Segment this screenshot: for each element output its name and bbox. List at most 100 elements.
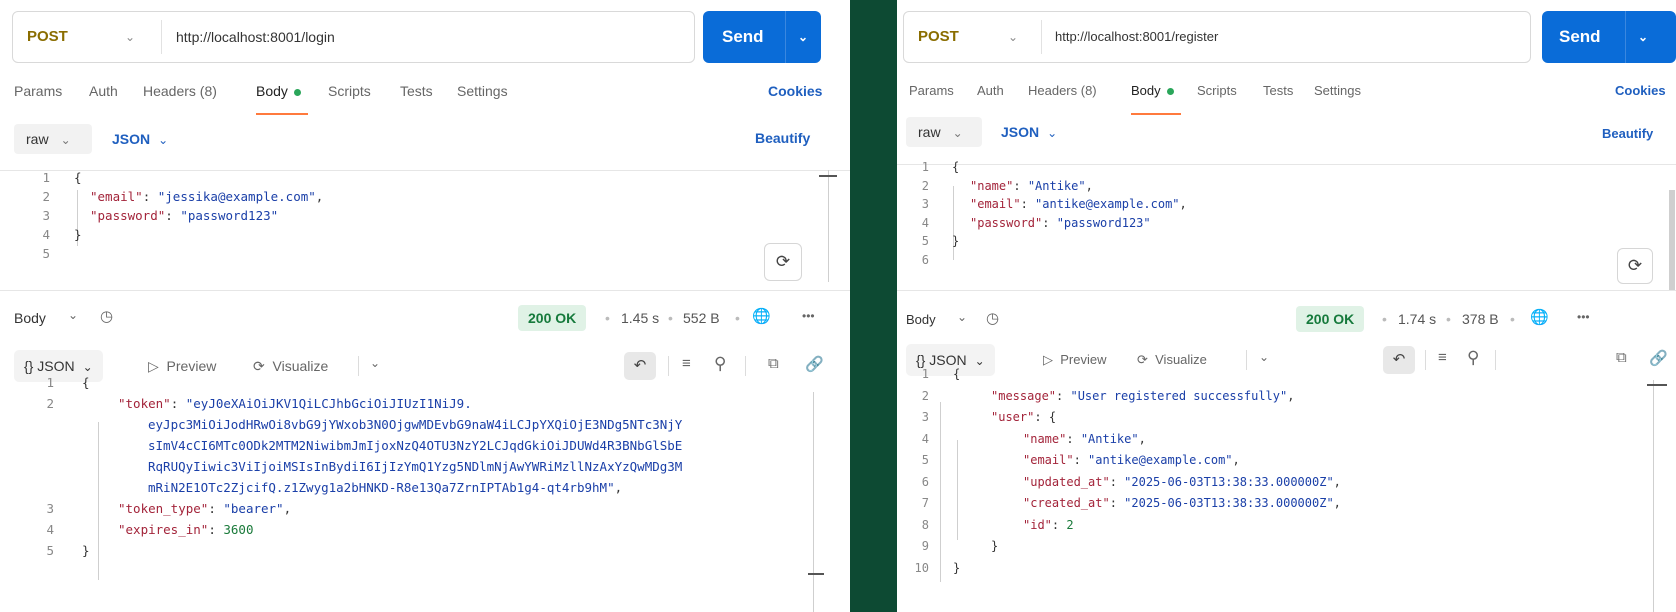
line-number: 3 — [42, 208, 50, 223]
code-sep: : — [1013, 178, 1028, 193]
response-body-label[interactable]: Body — [14, 310, 46, 326]
preview-label: Preview — [166, 358, 217, 374]
chevron-down-icon[interactable]: ⌄ — [798, 11, 808, 63]
body-lang-select[interactable]: JSON ⌄ — [1001, 117, 1057, 148]
line-number: 3 — [921, 410, 929, 424]
beautify-link[interactable]: Beautify — [1602, 126, 1653, 141]
code-tail: , — [283, 501, 292, 516]
code-val: "antike@example.com" — [1035, 197, 1180, 211]
link-icon[interactable]: 🔗 — [1649, 349, 1668, 367]
code-punc: } — [991, 539, 999, 553]
tab-settings[interactable]: Settings — [457, 83, 508, 99]
code-line: mRiN2E1OTc2ZjcifQ.z1Zwyg1a2bHNKD-R8e13Qa… — [148, 477, 622, 498]
code-line: "created_at": "2025-06-03T13:38:33.00000… — [1023, 493, 1341, 515]
code-key: "message" — [991, 388, 1057, 403]
filter-icon[interactable]: ≡ — [1438, 349, 1447, 366]
tab-params[interactable]: Params — [14, 83, 62, 99]
code-key: "id" — [1023, 517, 1052, 532]
preview-button[interactable]: ▷ Preview — [148, 358, 216, 375]
line-number: 9 — [921, 539, 929, 553]
chevron-down-icon[interactable]: ⌄ — [1259, 350, 1269, 364]
code-line: RqRUQyIiwic3ViIjoiMSIsInBydiI6IjIzYmQ1Yz… — [148, 456, 682, 477]
search-icon[interactable]: ⚲ — [714, 354, 726, 374]
code-key: "name" — [1023, 431, 1067, 446]
chevron-down-icon[interactable]: ⌄ — [125, 12, 135, 62]
globe-icon[interactable]: 🌐 — [752, 307, 771, 325]
tab-headers[interactable]: Headers (8) — [1028, 83, 1097, 98]
more-options-icon[interactable]: ••• — [802, 309, 815, 323]
send-label: Send — [1559, 27, 1601, 46]
tab-auth[interactable]: Auth — [89, 83, 118, 99]
tab-body-label: Body — [1131, 83, 1161, 98]
tab-body[interactable]: Body — [1131, 83, 1174, 98]
body-lang-label: JSON — [1001, 124, 1040, 140]
visualize-button[interactable]: ⟳ Visualize — [1137, 352, 1207, 368]
code-sep: : — [1066, 431, 1081, 446]
url-input[interactable]: http://localhost:8001/register — [1055, 12, 1218, 62]
send-button[interactable]: Send ⌄ — [1542, 11, 1676, 63]
visualize-button[interactable]: ⟳ Visualize — [253, 358, 328, 375]
globe-icon[interactable]: 🌐 — [1530, 308, 1549, 326]
line-number: 5 — [921, 234, 929, 248]
history-icon[interactable]: ◷ — [986, 309, 999, 327]
beautify-icon[interactable]: ⟳ — [1617, 248, 1653, 284]
chevron-down-icon[interactable]: ⌄ — [370, 356, 380, 370]
link-icon[interactable]: 🔗 — [805, 355, 824, 373]
code-key: "name" — [970, 178, 1014, 193]
code-val: "Antike" — [1027, 178, 1086, 193]
tab-auth[interactable]: Auth — [977, 83, 1004, 98]
response-body-label[interactable]: Body — [906, 312, 936, 327]
body-indicator-dot — [1166, 88, 1174, 96]
copy-icon[interactable]: ⧉ — [1616, 349, 1627, 366]
code-line: "user": { — [991, 407, 1056, 429]
chevron-down-icon: ⌄ — [1047, 126, 1058, 140]
tab-tests[interactable]: Tests — [1263, 83, 1293, 98]
line-number: 2 — [921, 388, 929, 403]
code-line: "password": "password123" — [970, 214, 1151, 233]
code-val: "password123" — [1056, 215, 1151, 230]
body-lang-select[interactable]: JSON ⌄ — [112, 124, 168, 155]
tab-headers[interactable]: Headers (8) — [143, 83, 217, 99]
code-sep: : — [165, 208, 181, 223]
tab-body[interactable]: Body — [256, 83, 301, 99]
beautify-icon[interactable]: ⟳ — [764, 243, 802, 281]
chevron-down-icon[interactable]: ⌄ — [1638, 11, 1648, 63]
beautify-link[interactable]: Beautify — [755, 130, 810, 146]
more-options-icon[interactable]: ••• — [1577, 310, 1590, 324]
wrap-lines-icon[interactable]: ↶ — [1383, 346, 1415, 374]
code-punc: } — [952, 234, 960, 248]
line-number: 2 — [921, 178, 929, 193]
tab-scripts[interactable]: Scripts — [328, 83, 371, 99]
url-input[interactable]: http://localhost:8001/login — [176, 12, 335, 62]
method-select[interactable]: POST — [918, 12, 959, 62]
chevron-down-icon[interactable]: ⌄ — [1008, 12, 1018, 62]
wrap-lines-icon[interactable]: ↶ — [624, 352, 656, 380]
code-key: "token_type" — [118, 501, 209, 516]
send-button[interactable]: Send ⌄ — [703, 11, 821, 63]
tab-tests[interactable]: Tests — [400, 83, 433, 99]
cookies-link[interactable]: Cookies — [1615, 83, 1666, 98]
chevron-down-icon[interactable]: ⌄ — [957, 310, 967, 324]
code-key: "user" — [991, 410, 1035, 424]
line-number: 7 — [921, 496, 929, 510]
code-key: "password" — [90, 208, 166, 223]
filter-icon[interactable]: ≡ — [682, 355, 691, 372]
tab-params[interactable]: Params — [909, 83, 954, 98]
code-key: "email" — [1023, 453, 1074, 467]
body-mode-select[interactable]: raw ⌄ — [14, 124, 92, 154]
method-select[interactable]: POST — [27, 12, 68, 62]
search-icon[interactable]: ⚲ — [1467, 348, 1479, 368]
code-val: "antike@example.com" — [1088, 453, 1233, 467]
copy-icon[interactable]: ⧉ — [768, 355, 779, 372]
body-mode-select[interactable]: raw ⌄ — [906, 117, 982, 147]
code-punc: } — [82, 543, 90, 558]
tab-settings[interactable]: Settings — [1314, 83, 1361, 98]
cookies-link[interactable]: Cookies — [768, 83, 822, 99]
history-icon[interactable]: ◷ — [100, 307, 113, 325]
chevron-down-icon[interactable]: ⌄ — [68, 308, 78, 322]
line-number: 1 — [46, 375, 54, 390]
preview-button[interactable]: ▷ Preview — [1043, 352, 1106, 368]
body-mode-label: raw — [918, 124, 941, 140]
line-number: 3 — [46, 501, 54, 516]
tab-scripts[interactable]: Scripts — [1197, 83, 1237, 98]
